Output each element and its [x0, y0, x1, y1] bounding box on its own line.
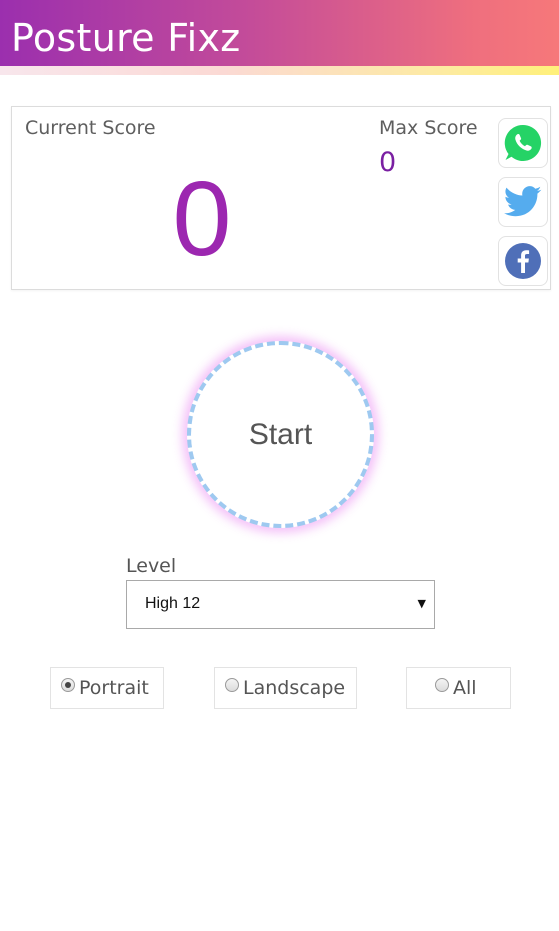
landscape-radio[interactable]: [225, 678, 239, 692]
facebook-share-button[interactable]: [498, 236, 548, 286]
max-score-label: Max Score: [379, 117, 478, 139]
app-header: Posture Fixz: [0, 0, 559, 66]
orientation-option-landscape[interactable]: Landscape: [214, 667, 357, 709]
twitter-icon: [504, 186, 542, 217]
start-button[interactable]: Start: [187, 341, 374, 528]
level-selected-value: High 12: [145, 595, 201, 612]
portrait-radio[interactable]: [61, 678, 75, 692]
level-select[interactable]: High 12 ▼: [126, 580, 435, 629]
whatsapp-share-button[interactable]: [498, 118, 548, 168]
twitter-share-button[interactable]: [498, 177, 548, 227]
max-score-value: 0: [379, 147, 397, 178]
whatsapp-icon: [504, 124, 542, 161]
app-title: Posture Fixz: [11, 16, 241, 60]
current-score-label: Current Score: [25, 117, 156, 139]
all-radio[interactable]: [435, 678, 449, 692]
orientation-option-all[interactable]: All: [406, 667, 511, 709]
facebook-icon: [505, 243, 541, 279]
all-label: All: [453, 677, 477, 699]
current-score-value: 0: [172, 160, 232, 278]
portrait-label: Portrait: [79, 677, 149, 699]
chevron-down-icon: ▼: [417, 597, 426, 610]
level-label: Level: [126, 555, 177, 577]
header-accent-stripe: [0, 66, 559, 75]
score-card: Current Score 0 Max Score 0: [11, 106, 551, 290]
start-label: Start: [248, 417, 313, 451]
landscape-label: Landscape: [243, 677, 346, 699]
orientation-option-portrait[interactable]: Portrait: [50, 667, 164, 709]
